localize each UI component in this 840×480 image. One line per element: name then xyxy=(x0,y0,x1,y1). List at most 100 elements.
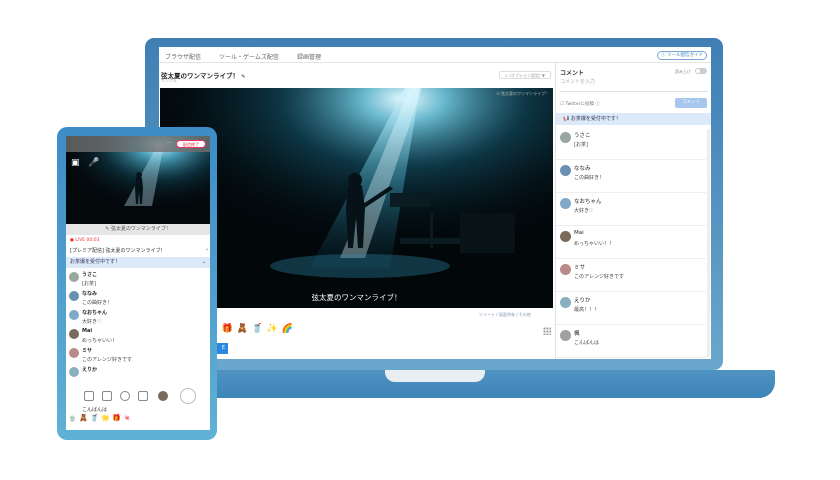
image-icon[interactable]: ▣ xyxy=(71,158,80,168)
avatar[interactable] xyxy=(560,198,571,209)
phone-gift-icon-1[interactable]: 🍵 xyxy=(68,414,77,423)
phone-gift-icon-5[interactable]: 🎁 xyxy=(112,414,121,423)
phone-gift-icon-4[interactable]: 🌟 xyxy=(101,414,110,423)
comment-item[interactable]: ミサこのアレンジ好きです xyxy=(556,260,706,292)
gift-icon-5[interactable]: 🌈 xyxy=(281,323,294,336)
avatar[interactable] xyxy=(69,367,79,377)
premium-notice[interactable]: [プレミア配信] 弦太夏のワンマンライブ！ › xyxy=(70,247,208,254)
nav-tool-stream[interactable]: ツール・ゲームズ配信 xyxy=(219,52,279,61)
tea-banner: 📢 お茶爆を受付中です！ xyxy=(556,113,711,125)
read-aloud-label: 読み上げ xyxy=(675,69,691,74)
phone-gift-icon-2[interactable]: 🧸 xyxy=(79,414,88,423)
phone-gift-icon-3[interactable]: 🥤 xyxy=(90,414,99,423)
comment-panel: コメント 読み上げ コメントを入力 ☐ Twitterに投稿 ⓘ コメント 📢 … xyxy=(555,63,711,359)
comment-item[interactable]: ななみこの曲好き！ xyxy=(556,161,706,193)
video-overlay-label: ⊡ 弦太夏のワンマンライブ！ xyxy=(496,91,549,96)
comment-author: Mai xyxy=(82,328,93,334)
avatar[interactable] xyxy=(560,165,571,176)
chat-icon[interactable] xyxy=(120,391,130,401)
edit-icon[interactable]: ✎ xyxy=(241,74,245,80)
stream-subtitle: サンプル xyxy=(161,78,177,83)
comment-author: Mai xyxy=(574,230,584,236)
gift-icon-4[interactable]: ✨ xyxy=(266,323,279,336)
comment-author: ななみ xyxy=(574,166,591,172)
comment-text: この曲好き！ xyxy=(574,175,605,181)
user-avatar-icon[interactable] xyxy=(158,391,168,401)
option-settings-button[interactable]: ▷ (オプション設定) ▼ xyxy=(499,71,551,79)
comment-text: この曲好き！ xyxy=(82,300,113,306)
read-aloud-toggle[interactable] xyxy=(695,68,707,74)
comment-text: [お茶] xyxy=(82,281,96,287)
comment-item[interactable]: Mai めっちゃいい！！ xyxy=(556,227,706,259)
comment-input[interactable]: コメントを入力 xyxy=(560,78,708,92)
top-nav: ブラウザ配信 ツール・ゲームズ配信 録画管理 ⓘ ツール配信ガイド xyxy=(159,47,711,63)
chevron-right-icon: › xyxy=(206,247,208,253)
avatar[interactable] xyxy=(69,348,79,358)
comment-author: えりか xyxy=(82,367,98,373)
comment-author: えりか xyxy=(574,298,591,304)
comment-text: このアレンジ好きです xyxy=(82,357,133,363)
comment-author: ななみ xyxy=(82,291,98,297)
comment-author: うさこ xyxy=(574,133,591,139)
broadcast-icon[interactable] xyxy=(138,391,148,401)
video-player[interactable]: ⊡ 弦太夏のワンマンライブ！ 弦太夏のワンマンライブ！ xyxy=(160,88,553,308)
comment-author: うさこ xyxy=(82,272,98,278)
phone-tea-banner: お茶爆を受付中です！ ⌄ xyxy=(66,257,210,268)
comment-author: ミサ xyxy=(82,348,93,354)
avatar[interactable] xyxy=(560,297,571,308)
concert-image xyxy=(160,88,553,308)
share-links[interactable]: ツイート / 画面共有 / その他 xyxy=(479,312,531,318)
comment-author: なおちゃん xyxy=(82,310,108,316)
laptop-screen: ブラウザ配信 ツール・ゲームズ配信 録画管理 ⓘ ツール配信ガイド 弦太夏のワン… xyxy=(159,47,711,359)
avatar[interactable] xyxy=(69,272,79,282)
comment-author: 楓 xyxy=(574,331,580,337)
phone-comment-item[interactable]: えりか xyxy=(66,364,210,386)
comment-text: 最高！！！ xyxy=(574,307,600,313)
comment-author: なおちゃん xyxy=(574,199,602,205)
grid-icon[interactable] xyxy=(543,327,551,335)
gift-icon-1[interactable]: 🎁 xyxy=(221,323,234,336)
avatar[interactable] xyxy=(560,264,571,275)
phone-stream-title: ✎ 弦太夏のワンマンライブ！ xyxy=(66,224,210,235)
avatar[interactable] xyxy=(69,291,79,301)
comment-text: [お茶] xyxy=(574,142,588,148)
comment-header: コメント xyxy=(560,70,585,77)
comment-text: めっちゃいい！！ xyxy=(574,241,615,247)
comment-item[interactable]: えりか最高！！！ xyxy=(556,293,706,325)
comment-send-button[interactable]: コメント xyxy=(675,98,707,108)
comment-scrollbar[interactable] xyxy=(707,129,710,357)
nav-browser-stream[interactable]: ブラウザ配信 xyxy=(165,52,201,61)
comment-author: ミサ xyxy=(574,265,586,271)
chevron-down-icon[interactable]: ⌄ xyxy=(202,257,206,268)
avatar[interactable] xyxy=(69,329,79,339)
microphone-icon[interactable]: 🎤 xyxy=(88,158,99,168)
comment-text: このアレンジ好きです xyxy=(574,274,625,280)
menu-icon[interactable]: ⋯ xyxy=(167,140,172,146)
avatar[interactable] xyxy=(560,330,571,341)
comment-item[interactable]: 楓こんばんは xyxy=(556,326,706,358)
phone-video[interactable]: ▣ 🎤 ⋯ 配信終了 xyxy=(66,136,210,224)
avatar[interactable] xyxy=(560,231,571,242)
gift-icon-3[interactable]: 🥤 xyxy=(251,323,264,336)
twitter-option[interactable]: ☐ Twitterに投稿 ⓘ xyxy=(560,101,600,107)
avatar[interactable] xyxy=(560,132,571,143)
tool-guide-button[interactable]: ⓘ ツール配信ガイド xyxy=(657,51,707,60)
camera-switch-icon[interactable] xyxy=(180,388,196,404)
avatar[interactable] xyxy=(69,310,79,320)
phone-gift-icon-6[interactable]: 🍬 xyxy=(123,414,132,423)
comment-item[interactable]: なおちゃん大好き♡ xyxy=(556,194,706,226)
comment-edit-icon[interactable] xyxy=(84,391,94,401)
laptop-notch xyxy=(385,370,485,382)
phone-screen: ▣ 🎤 ⋯ 配信終了 ✎ 弦太夏のワンマンライブ！ ● LIVE 00:03 [… xyxy=(66,136,210,430)
end-stream-button[interactable]: 配信終了 xyxy=(176,140,206,148)
phone-concert-image xyxy=(66,136,210,224)
live-indicator: ● LIVE 00:03 xyxy=(70,238,100,243)
share-screen-icon[interactable] xyxy=(102,391,112,401)
comment-text: めっちゃいい！ xyxy=(82,338,118,344)
nav-recording[interactable]: 録画管理 xyxy=(297,52,321,61)
video-caption: 弦太夏のワンマンライブ！ xyxy=(311,293,402,302)
comment-item[interactable]: うさこ [お茶] xyxy=(556,128,706,160)
comment-text: 大好き♡ xyxy=(82,319,102,325)
gift-icon-2[interactable]: 🧸 xyxy=(236,323,249,336)
comment-text: 大好き♡ xyxy=(574,208,594,214)
